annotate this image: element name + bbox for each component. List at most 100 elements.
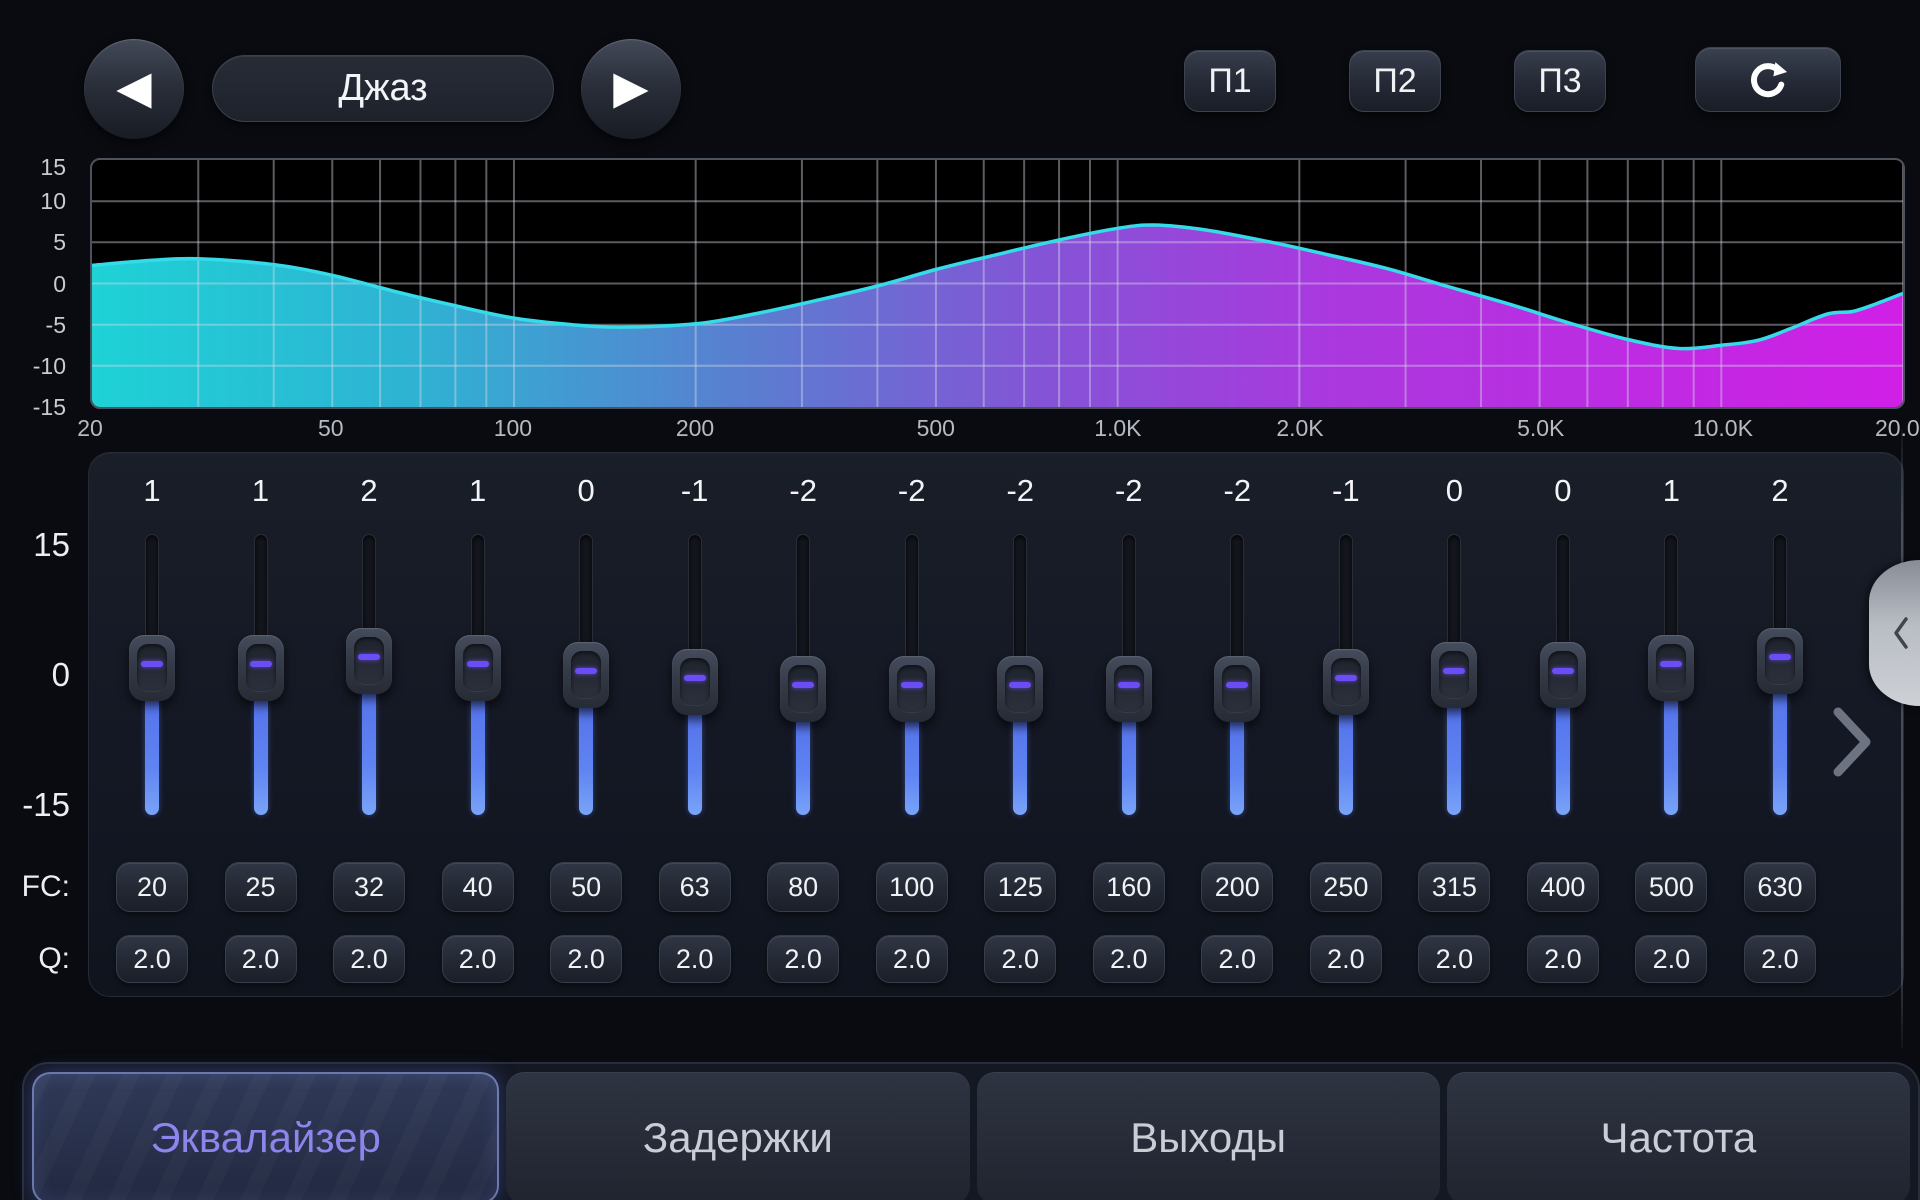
eq-band-13: 0 315 2.0 [1400,470,1508,1000]
band-slider-thumb[interactable] [1214,656,1260,722]
band-gain-value: 1 [1617,470,1725,512]
scroll-bands-right-button[interactable] [1828,704,1878,785]
tab-outputs[interactable]: Выходы [977,1072,1440,1200]
band-fc-chip[interactable]: 630 [1744,862,1816,912]
band-slider-thumb[interactable] [1540,642,1586,708]
band-fc-chip[interactable]: 160 [1093,862,1165,912]
band-slider-thumb[interactable] [1648,635,1694,701]
fc-row-label: FC: [0,869,70,905]
freq-tick-label: 100 [458,415,568,441]
band-q-chip[interactable]: 2.0 [225,935,297,983]
band-slider-thumb[interactable] [455,635,501,701]
band-q-chip[interactable]: 2.0 [116,935,188,983]
db-tick-label: -5 [6,312,66,338]
band-slider-thumb[interactable] [563,642,609,708]
band-q-chip[interactable]: 2.0 [1093,935,1165,983]
thumb-inset [788,665,818,713]
eq-response-graph [90,158,1905,409]
band-q-chip[interactable]: 2.0 [767,935,839,983]
thumb-dash-icon [358,654,380,660]
thumb-dash-icon [901,682,923,688]
thumb-inset [1548,651,1578,699]
band-fc-chip[interactable]: 20 [116,862,188,912]
eq-band-9: -2 125 2.0 [966,470,1074,1000]
band-q-chip[interactable]: 2.0 [1418,935,1490,983]
band-q-chip[interactable]: 2.0 [550,935,622,983]
preset-next-button[interactable]: ▶ [581,39,681,139]
thumb-inset [897,665,927,713]
thumb-dash-icon [1552,668,1574,674]
band-slider-thumb[interactable] [238,635,284,701]
preset-name-display[interactable]: Джаз [212,55,554,122]
band-fc-chip[interactable]: 100 [876,862,948,912]
band-gain-value: -1 [641,470,749,512]
freq-tick-label: 1.0K [1063,415,1173,441]
band-slider-thumb[interactable] [780,656,826,722]
band-slider-fill [1556,702,1570,815]
band-slider-thumb[interactable] [129,635,175,701]
reset-button[interactable] [1695,47,1841,112]
band-gain-value: -2 [966,470,1074,512]
side-drawer-handle[interactable] [1869,560,1920,706]
eq-band-4: 1 40 2.0 [424,470,532,1000]
gain-scale-zero-label: 0 [0,657,70,693]
band-slider-thumb[interactable] [1323,649,1369,715]
db-tick-label: 15 [6,154,66,180]
band-slider-thumb[interactable] [1757,628,1803,694]
band-fc-chip[interactable]: 25 [225,862,297,912]
band-gain-value: 1 [207,470,315,512]
tab-delays[interactable]: Задержки [506,1072,969,1200]
preset-memory-button-1[interactable]: П1 [1184,50,1276,112]
band-gain-value: 0 [1400,470,1508,512]
band-fc-chip[interactable]: 250 [1310,862,1382,912]
db-tick-label: 5 [6,229,66,255]
preset-memory-button-2[interactable]: П2 [1349,50,1441,112]
band-slider-fill [1773,688,1787,815]
band-slider-thumb[interactable] [1106,656,1152,722]
band-slider-fill [362,688,376,815]
band-gain-value: 2 [1726,470,1834,512]
eq-curve-svg [92,160,1903,407]
band-slider-thumb[interactable] [346,628,392,694]
band-q-chip[interactable]: 2.0 [1310,935,1382,983]
band-fc-chip[interactable]: 50 [550,862,622,912]
preset-prev-button[interactable]: ◀ [84,39,184,139]
band-fc-chip[interactable]: 500 [1635,862,1707,912]
band-slider-fill [1230,716,1244,815]
band-slider-thumb[interactable] [889,656,935,722]
band-fc-chip[interactable]: 400 [1527,862,1599,912]
band-fc-chip[interactable]: 40 [442,862,514,912]
band-fc-chip[interactable]: 125 [984,862,1056,912]
band-slider-thumb[interactable] [1431,642,1477,708]
band-fc-chip[interactable]: 32 [333,862,405,912]
freq-tick-label: 5.0K [1486,415,1596,441]
thumb-dash-icon [1118,682,1140,688]
band-slider-fill [145,695,159,815]
thumb-dash-icon [1335,675,1357,681]
band-q-chip[interactable]: 2.0 [1201,935,1273,983]
band-gain-value: -2 [1183,470,1291,512]
tab-equalizer[interactable]: Эквалайзер [32,1072,499,1200]
eq-band-10: -21602.0 [1075,470,1183,1000]
band-fc-chip[interactable]: 80 [767,862,839,912]
db-tick-label: 10 [6,188,66,214]
band-q-chip[interactable]: 2.0 [1635,935,1707,983]
band-fc-chip[interactable]: 315 [1418,862,1490,912]
thumb-inset [354,637,384,685]
band-q-chip[interactable]: 2.0 [876,935,948,983]
band-q-chip[interactable]: 2.0 [659,935,731,983]
band-q-chip[interactable]: 2.0 [442,935,514,983]
band-fc-chip[interactable]: 200 [1201,862,1273,912]
band-fc-chip[interactable]: 63 [659,862,731,912]
preset-memory-button-3[interactable]: П3 [1514,50,1606,112]
eq-band-8: -21002.0 [858,470,966,1000]
band-q-chip[interactable]: 2.0 [333,935,405,983]
band-q-chip[interactable]: 2.0 [1744,935,1816,983]
tab-frequency[interactable]: Частота [1447,1072,1910,1200]
band-slider-thumb[interactable] [672,649,718,715]
band-slider-thumb[interactable] [997,656,1043,722]
band-q-chip[interactable]: 2.0 [1527,935,1599,983]
band-q-chip[interactable]: 2.0 [984,935,1056,983]
thumb-dash-icon [575,668,597,674]
band-gain-value: 1 [424,470,532,512]
